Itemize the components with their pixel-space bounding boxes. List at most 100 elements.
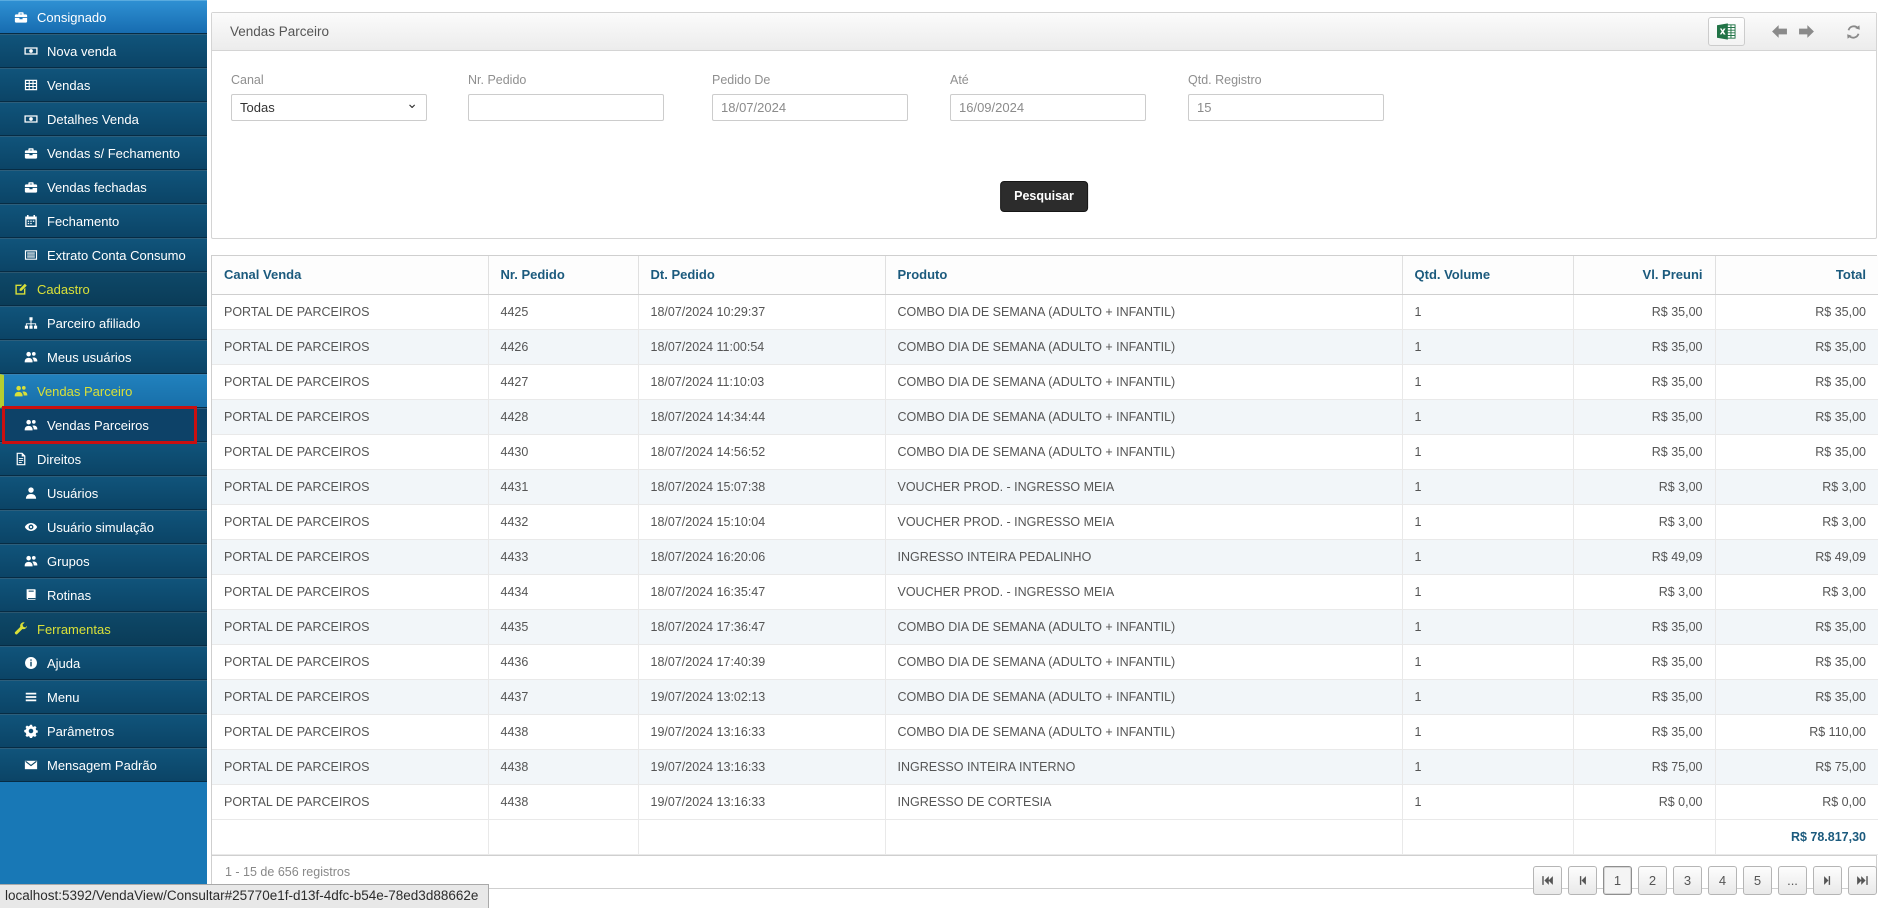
qtd-registro-input[interactable] [1188,94,1384,121]
search-form: Pesquisar CanalTodasNr. PedidoPedido DeA… [212,51,1876,238]
search-panel: Vendas Parceiro Pesquisar CanalTodasNr. … [211,12,1877,239]
table-cell: 18/07/2024 10:29:37 [638,294,885,329]
table-row[interactable]: PORTAL DE PARCEIROS442518/07/2024 10:29:… [212,294,1878,329]
sidebar-item-label: Parâmetros [47,724,114,739]
table-row[interactable]: PORTAL DE PARCEIROS443518/07/2024 17:36:… [212,609,1878,644]
sidebar-item-rotinas[interactable]: Rotinas [0,578,207,612]
table-row[interactable]: PORTAL DE PARCEIROS443218/07/2024 15:10:… [212,504,1878,539]
canal-select[interactable]: Todas [231,94,427,121]
sidebar-item-usuario-simulacao[interactable]: Usuário simulação [0,510,207,544]
table-row[interactable]: PORTAL DE PARCEIROS442818/07/2024 14:34:… [212,399,1878,434]
table-cell: COMBO DIA DE SEMANA (ADULTO + INFANTIL) [885,329,1402,364]
sidebar-item-vendas-s-fechamento[interactable]: Vendas s/ Fechamento [0,136,207,170]
table-row[interactable]: PORTAL DE PARCEIROS443819/07/2024 13:16:… [212,784,1878,819]
nr-pedido-input[interactable] [468,94,664,121]
table-cell: PORTAL DE PARCEIROS [212,539,488,574]
column-header-qtd-volume[interactable]: Qtd. Volume [1402,256,1573,294]
sidebar-item-ferramentas[interactable]: Ferramentas [0,612,207,646]
sidebar-item-label: Vendas [47,78,90,93]
sidebar-item-label: Vendas fechadas [47,180,147,195]
table-row[interactable]: PORTAL DE PARCEIROS442718/07/2024 11:10:… [212,364,1878,399]
users-icon [23,350,38,364]
column-header-produto[interactable]: Produto [885,256,1402,294]
table-cell: PORTAL DE PARCEIROS [212,399,488,434]
pagination-page-1[interactable]: 1 [1603,866,1632,895]
pagination-ellipsis[interactable]: ... [1778,866,1807,895]
sidebar-item-meus-usuarios[interactable]: Meus usuários [0,340,207,374]
pagination-next-button[interactable] [1813,866,1842,895]
sidebar-item-ajuda[interactable]: Ajuda [0,646,207,680]
table-cell: PORTAL DE PARCEIROS [212,329,488,364]
sidebar-item-vendas-parceiros[interactable]: Vendas Parceiros [0,408,207,442]
sidebar-item-vendas-fechadas[interactable]: Vendas fechadas [0,170,207,204]
table-cell: 4432 [488,504,638,539]
pagination-prev-button[interactable] [1568,866,1597,895]
table-row[interactable]: PORTAL DE PARCEIROS443018/07/2024 14:56:… [212,434,1878,469]
export-excel-icon [1717,23,1736,40]
pagination-page-3[interactable]: 3 [1673,866,1702,895]
table-row[interactable]: PORTAL DE PARCEIROS443819/07/2024 13:16:… [212,714,1878,749]
sidebar-item-extrato-conta-consumo[interactable]: Extrato Conta Consumo [0,238,207,272]
pesquisar-button[interactable]: Pesquisar [1000,181,1088,212]
pagination-page-4[interactable]: 4 [1708,866,1737,895]
sidebar-item-nova-venda[interactable]: Nova venda [0,34,207,68]
sidebar-item-detalhes-venda[interactable]: Detalhes Venda [0,102,207,136]
table-cell: COMBO DIA DE SEMANA (ADULTO + INFANTIL) [885,434,1402,469]
sidebar-item-fechamento[interactable]: Fechamento [0,204,207,238]
pagination-page-5[interactable]: 5 [1743,866,1772,895]
sidebar-item-consignado[interactable]: Consignado [0,0,207,34]
table-row[interactable]: PORTAL DE PARCEIROS443118/07/2024 15:07:… [212,469,1878,504]
sidebar-item-mensagem-padrao[interactable]: Mensagem Padrão [0,748,207,782]
column-header-vl-preuni[interactable]: Vl. Preuni [1573,256,1715,294]
column-header-nr-pedido[interactable]: Nr. Pedido [488,256,638,294]
sidebar-item-vendas-parceiro[interactable]: Vendas Parceiro [0,374,207,408]
briefcase-icon [13,10,28,24]
pagination-first-button[interactable] [1533,866,1562,895]
table-cell: 1 [1402,749,1573,784]
column-header-canal-venda[interactable]: Canal Venda [212,256,488,294]
sidebar-item-label: Cadastro [37,282,90,297]
form-field-ate: Até [950,73,1146,121]
sidebar-item-menu[interactable]: Menu [0,680,207,714]
table-row[interactable]: PORTAL DE PARCEIROS442618/07/2024 11:00:… [212,329,1878,364]
table-row[interactable]: PORTAL DE PARCEIROS443719/07/2024 13:02:… [212,679,1878,714]
sidebar-item-grupos[interactable]: Grupos [0,544,207,578]
table-cell: 1 [1402,714,1573,749]
pagination-last-button[interactable] [1848,866,1877,895]
table-row[interactable]: PORTAL DE PARCEIROS443418/07/2024 16:35:… [212,574,1878,609]
gear-icon [23,724,38,738]
table-row[interactable]: PORTAL DE PARCEIROS443618/07/2024 17:40:… [212,644,1878,679]
sidebar-item-label: Nova venda [47,44,116,59]
table-cell: 4434 [488,574,638,609]
table-row[interactable]: PORTAL DE PARCEIROS443318/07/2024 16:20:… [212,539,1878,574]
pedido-de-input[interactable] [712,94,908,121]
sidebar-item-label: Meus usuários [47,350,132,365]
sidebar-item-direitos[interactable]: Direitos [0,442,207,476]
table-cell: R$ 49,09 [1715,539,1878,574]
table-cell: R$ 35,00 [1715,329,1878,364]
forward-button[interactable] [1798,24,1815,39]
refresh-button[interactable] [1845,24,1862,40]
ate-input[interactable] [950,94,1146,121]
table-cell: 19/07/2024 13:16:33 [638,714,885,749]
table-cell: 18/07/2024 11:10:03 [638,364,885,399]
sidebar-item-vendas[interactable]: Vendas [0,68,207,102]
table-row[interactable]: PORTAL DE PARCEIROS443819/07/2024 13:16:… [212,749,1878,784]
export-excel-button[interactable] [1708,17,1745,46]
table-cell: R$ 35,00 [1573,609,1715,644]
table-cell: 4430 [488,434,638,469]
table-cell: PORTAL DE PARCEIROS [212,644,488,679]
sidebar-item-label: Parceiro afiliado [47,316,140,331]
column-header-total[interactable]: Total [1715,256,1878,294]
sidebar-item-usuarios[interactable]: Usuários [0,476,207,510]
sidebar-item-parametros[interactable]: Parâmetros [0,714,207,748]
info-icon [23,656,38,670]
table-cell: R$ 3,00 [1715,574,1878,609]
sidebar-item-parceiro-afiliado[interactable]: Parceiro afiliado [0,306,207,340]
table-cell: PORTAL DE PARCEIROS [212,609,488,644]
table-cell: 4431 [488,469,638,504]
back-button[interactable] [1771,24,1788,39]
sidebar-item-cadastro[interactable]: Cadastro [0,272,207,306]
column-header-dt-pedido[interactable]: Dt. Pedido [638,256,885,294]
pagination-page-2[interactable]: 2 [1638,866,1667,895]
